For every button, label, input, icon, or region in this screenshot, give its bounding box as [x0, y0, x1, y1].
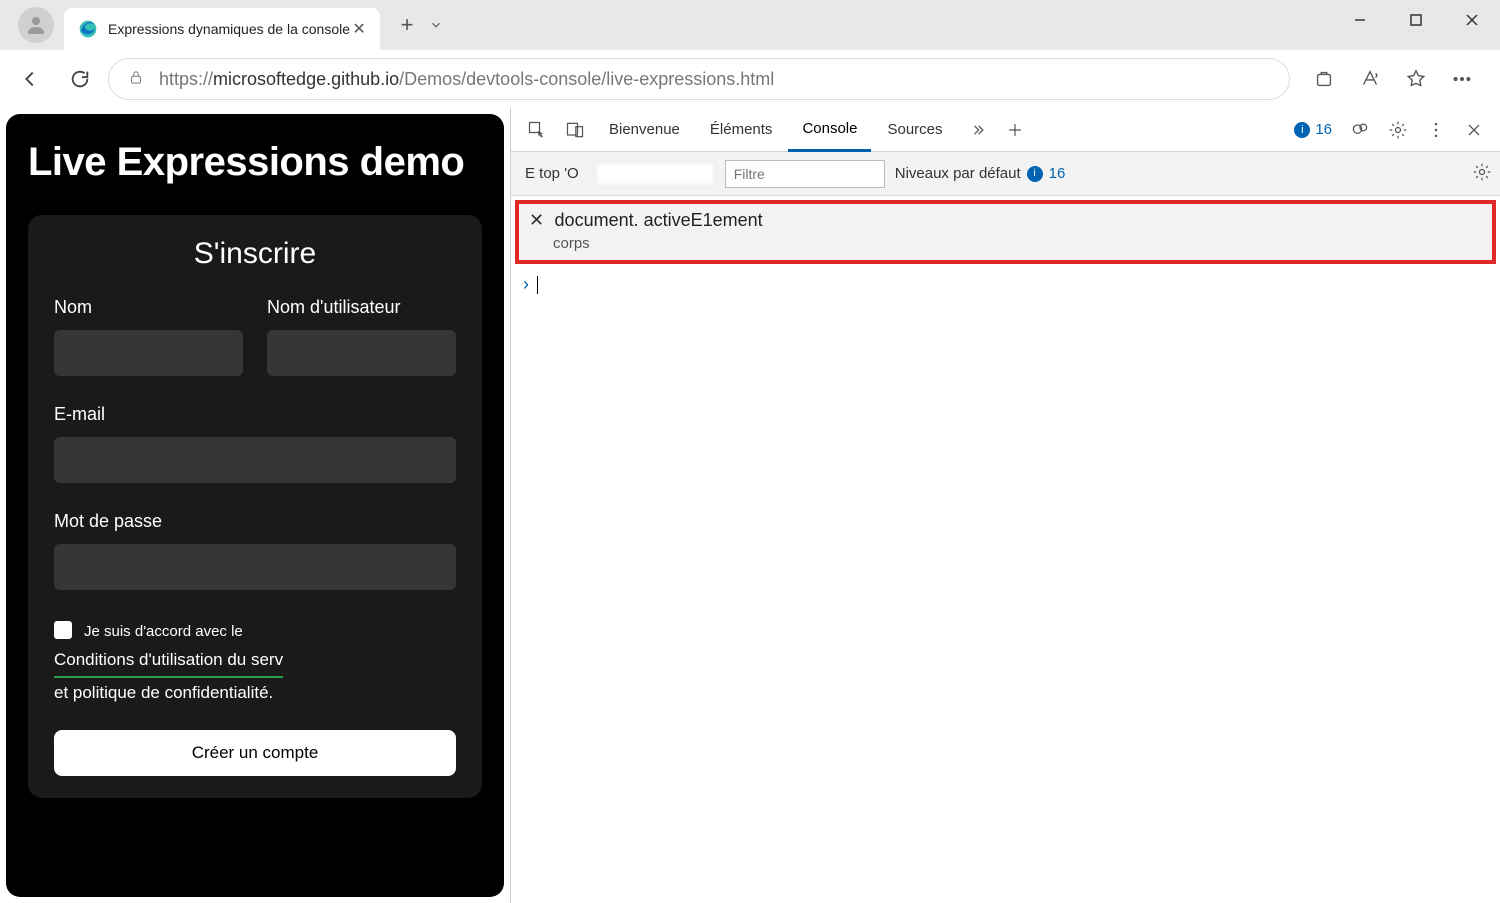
username-input[interactable]: [267, 330, 456, 376]
more-tabs-icon[interactable]: [959, 112, 995, 148]
devtools-close-icon[interactable]: [1456, 112, 1492, 148]
console-filter-bar: E top 'O Niveaux par défaut i 16: [511, 152, 1500, 196]
back-button[interactable]: [8, 57, 52, 101]
live-expression-value: corps: [553, 235, 1482, 252]
name-input[interactable]: [54, 330, 243, 376]
agree-text-prefix: Je suis d'accord avec le: [84, 618, 243, 645]
console-prompt[interactable]: ›: [511, 264, 1500, 305]
live-expression-box[interactable]: ✕ document. activeE1ement corps: [515, 200, 1496, 264]
profile-icon[interactable]: [18, 7, 54, 43]
live-expression-text[interactable]: document. activeE1ement: [555, 210, 763, 230]
create-account-button[interactable]: Créer un compte: [54, 730, 456, 776]
agree-text-rest: et politique de confidentialité.: [54, 678, 273, 709]
remove-expression-icon[interactable]: ✕: [529, 210, 544, 231]
tab-elements[interactable]: Éléments: [696, 108, 787, 152]
console-context[interactable]: E top 'O: [519, 165, 585, 182]
edge-favicon-icon: [78, 19, 98, 39]
tab-sources[interactable]: Sources: [873, 108, 956, 152]
window-minimize-button[interactable]: [1332, 0, 1388, 40]
name-label: Nom: [54, 297, 243, 318]
prompt-cursor: [537, 276, 538, 294]
window-titlebar: Expressions dynamiques de la console ✕ +: [0, 0, 1500, 50]
inspect-element-icon[interactable]: [519, 112, 555, 148]
email-input[interactable]: [54, 437, 456, 483]
tab-title: Expressions dynamiques de la console: [108, 21, 350, 37]
page-title: Live Expressions demo: [28, 140, 482, 185]
signup-form: S'inscrire Nom Nom d'utilisateur E-mail: [28, 215, 482, 798]
log-levels-dropdown[interactable]: Niveaux par défaut i 16: [895, 165, 1066, 182]
window-maximize-button[interactable]: [1388, 0, 1444, 40]
address-bar[interactable]: https://microsoftedge.github.io/Demos/de…: [108, 58, 1290, 100]
terms-link[interactable]: Conditions d'utilisation du serv: [54, 645, 283, 678]
form-heading: S'inscrire: [54, 237, 456, 271]
window-close-button[interactable]: [1444, 0, 1500, 40]
settings-gear-icon[interactable]: [1380, 112, 1416, 148]
username-label: Nom d'utilisateur: [267, 297, 456, 318]
devtools-tabbar: Bienvenue Éléments Console Sources i16: [511, 108, 1500, 152]
page-viewport: Live Expressions demo S'inscrire Nom Nom…: [0, 108, 510, 903]
filter-input[interactable]: [725, 160, 885, 188]
device-toggle-icon[interactable]: [557, 112, 593, 148]
app-available-icon[interactable]: [1302, 57, 1346, 101]
devtools-panel: Bienvenue Éléments Console Sources i16 E…: [510, 108, 1500, 903]
agree-checkbox[interactable]: [54, 621, 72, 639]
read-aloud-icon[interactable]: [1348, 57, 1392, 101]
url-text: https://microsoftedge.github.io/Demos/de…: [159, 69, 774, 90]
refresh-button[interactable]: [58, 57, 102, 101]
more-menu-icon[interactable]: [1440, 57, 1484, 101]
add-tab-icon[interactable]: [997, 112, 1033, 148]
tab-close-icon[interactable]: ✕: [350, 20, 368, 38]
password-label: Mot de passe: [54, 511, 456, 532]
feedback-icon[interactable]: [1342, 112, 1378, 148]
password-input[interactable]: [54, 544, 456, 590]
prompt-chevron-icon: ›: [523, 274, 529, 295]
address-bar-row: https://microsoftedge.github.io/Demos/de…: [0, 50, 1500, 108]
context-dropdown[interactable]: [595, 162, 715, 186]
issues-badge[interactable]: i16: [1286, 121, 1340, 138]
tabs-dropdown-icon[interactable]: [424, 8, 448, 42]
console-settings-icon[interactable]: [1472, 162, 1492, 186]
favorite-icon[interactable]: [1394, 57, 1438, 101]
lock-icon: [127, 68, 145, 91]
new-tab-button[interactable]: +: [390, 8, 424, 42]
email-label: E-mail: [54, 404, 456, 425]
tab-console[interactable]: Console: [788, 108, 871, 152]
devtools-menu-icon[interactable]: [1418, 112, 1454, 148]
browser-tab[interactable]: Expressions dynamiques de la console ✕: [64, 8, 380, 50]
tab-welcome[interactable]: Bienvenue: [595, 108, 694, 152]
